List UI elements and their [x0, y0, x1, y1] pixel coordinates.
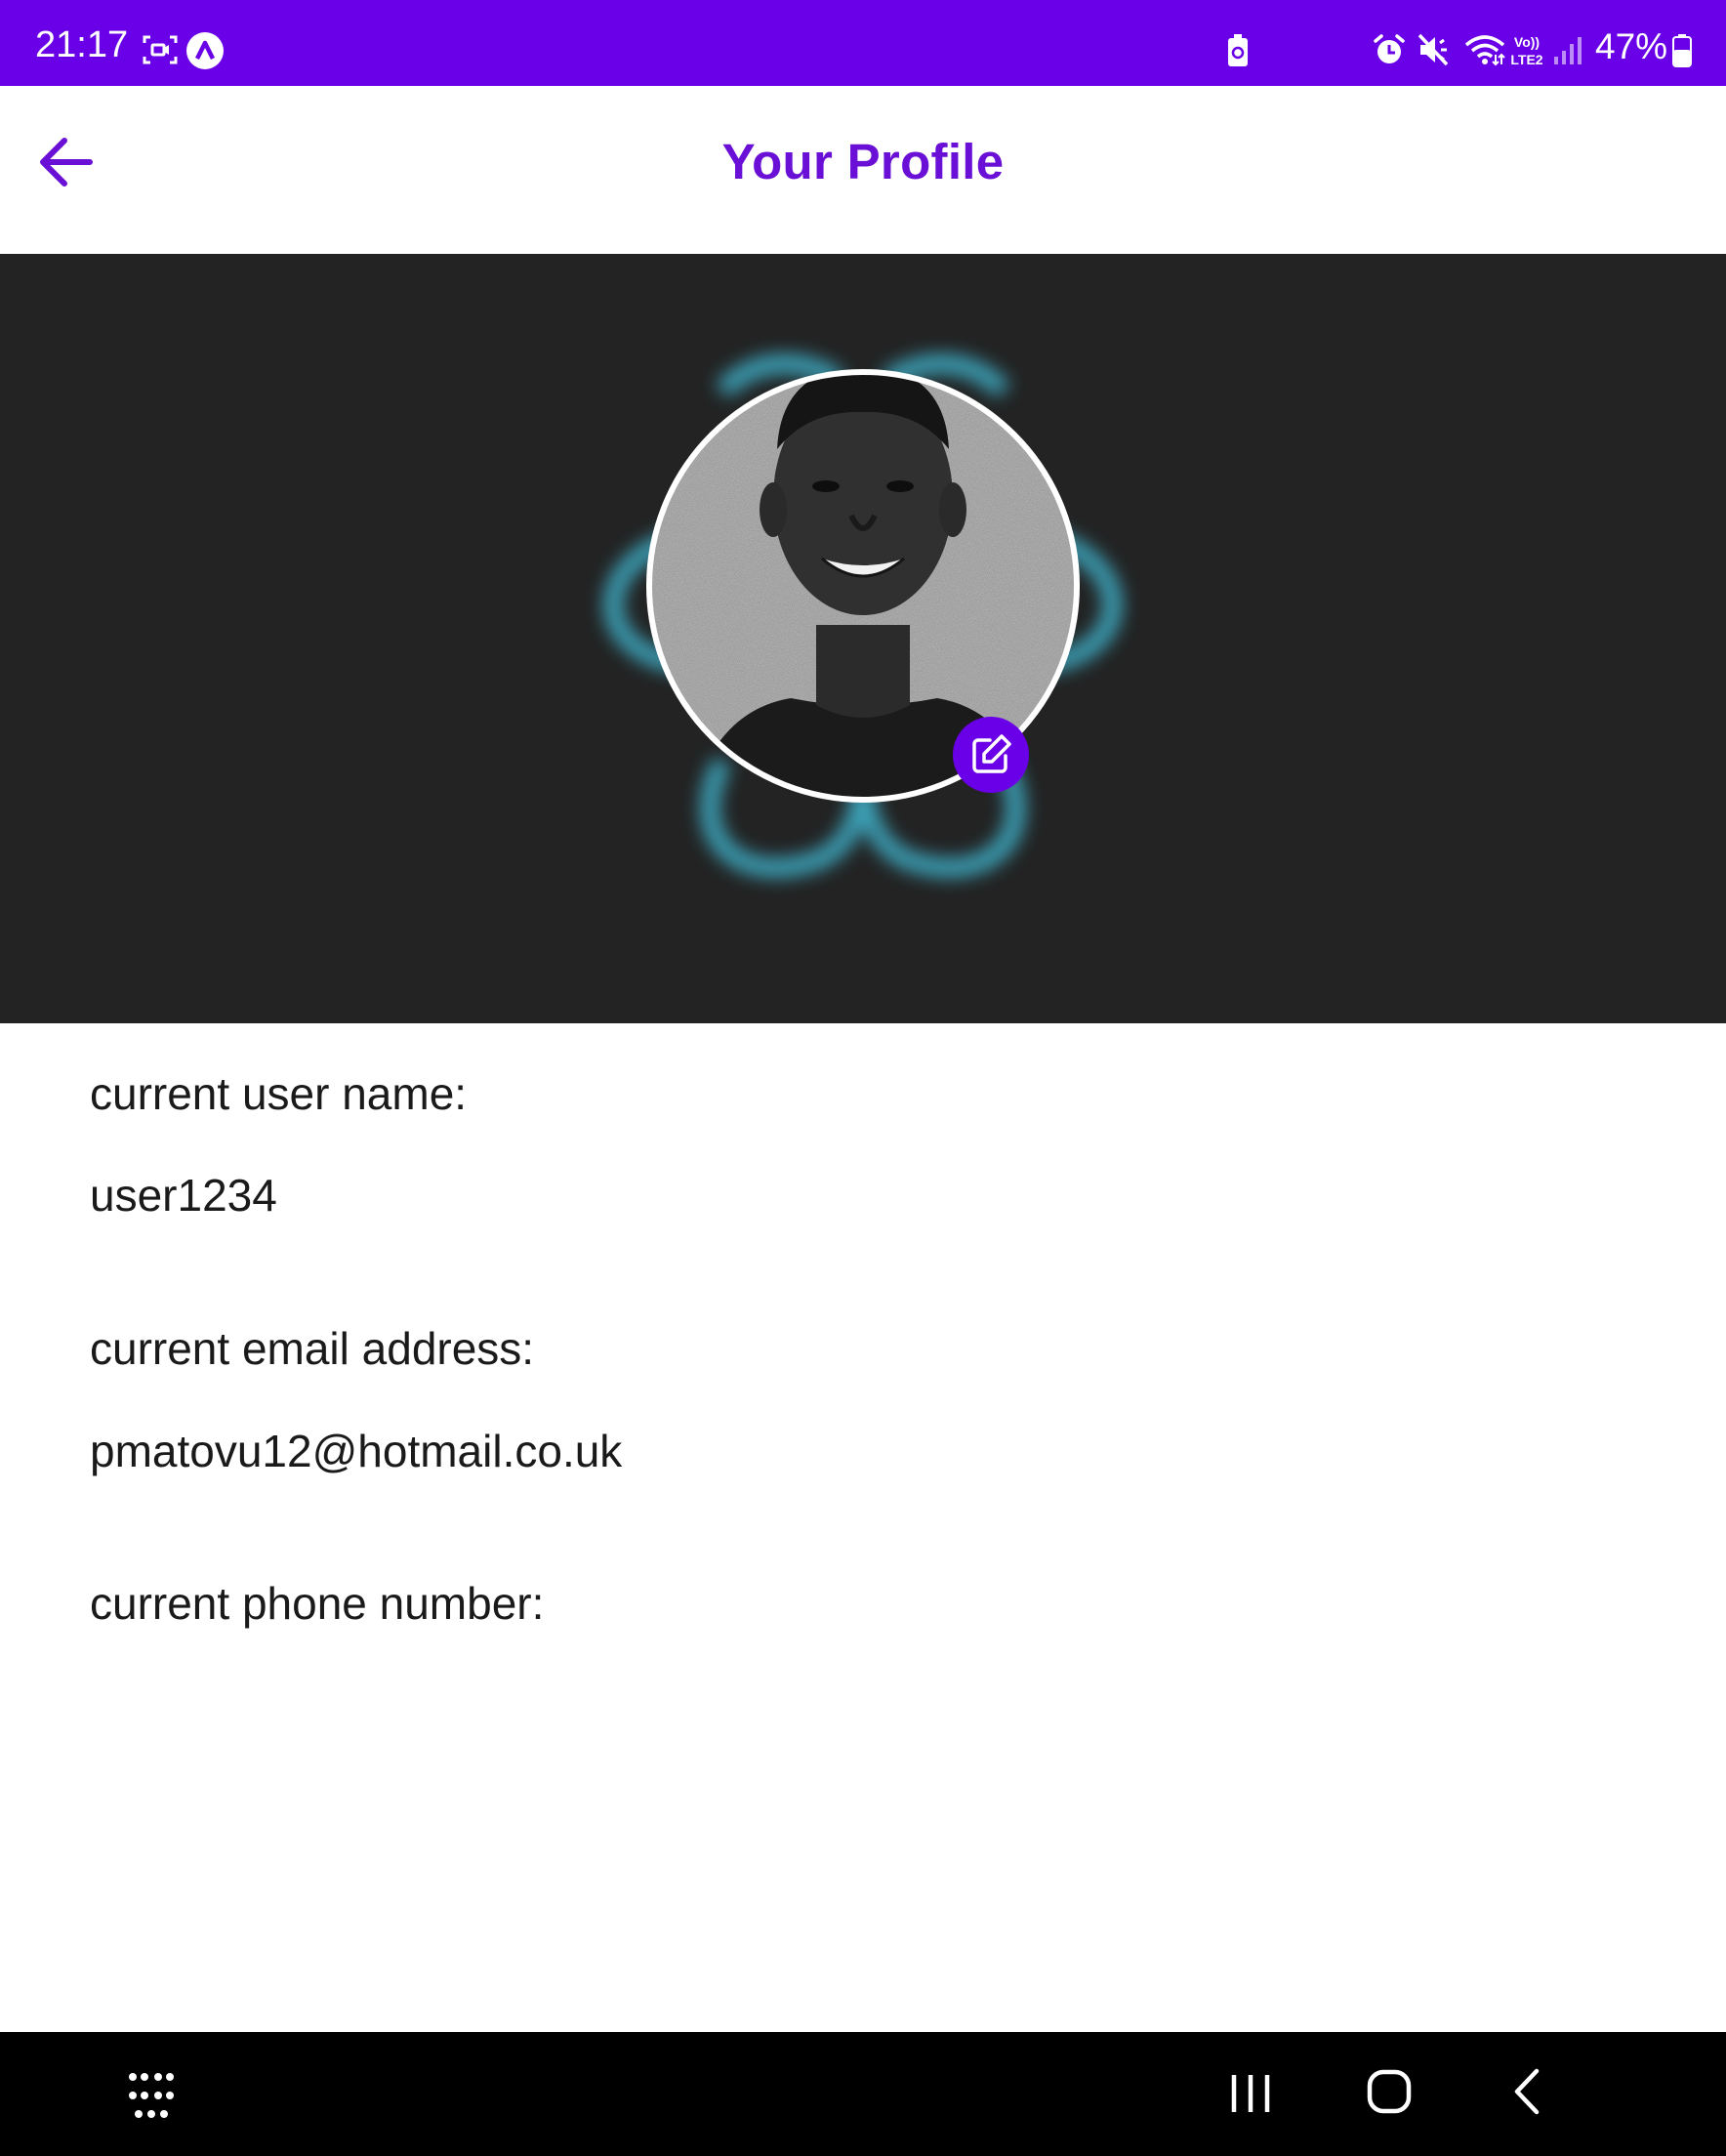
- username-label: current user name:: [90, 1068, 468, 1119]
- mute-icon: [1418, 33, 1449, 66]
- battery-percent: 47%: [1595, 26, 1668, 66]
- home-icon[interactable]: [1365, 2067, 1414, 2116]
- battery-icon: [1672, 34, 1692, 67]
- email-label: current email address:: [90, 1323, 535, 1374]
- email-value: pmatovu12@hotmail.co.uk: [90, 1426, 623, 1476]
- page-title: Your Profile: [721, 134, 1005, 189]
- signal-icon: [1554, 37, 1582, 64]
- app-a-icon: [186, 32, 224, 69]
- recents-icon[interactable]: [1226, 2069, 1275, 2118]
- svg-text:LTE2: LTE2: [1510, 52, 1542, 67]
- status-time: 21:17: [35, 24, 129, 65]
- app-bar: Your Profile: [0, 86, 1726, 254]
- username-value: user1234: [90, 1170, 277, 1221]
- avatar[interactable]: [0, 254, 1726, 1023]
- edit-avatar-button[interactable]: [953, 717, 1029, 793]
- volte-icon: Vo)) LTE2: [1510, 34, 1542, 67]
- phone-label: current phone number:: [90, 1578, 545, 1629]
- profile-header: [0, 254, 1726, 1023]
- app-drawer-icon[interactable]: [125, 2069, 178, 2122]
- alarm-icon: [1374, 34, 1405, 63]
- battery-saver-icon: [1228, 34, 1248, 66]
- wifi-icon: [1464, 35, 1505, 66]
- back-icon[interactable]: [1507, 2067, 1546, 2116]
- svg-text:Vo)): Vo)): [1514, 34, 1540, 50]
- status-bar: 21:17 Vo)) LTE2 47%: [0, 0, 1726, 86]
- navigation-bar: [0, 2032, 1726, 2156]
- screen-record-icon: [143, 35, 178, 64]
- edit-icon: [972, 734, 1011, 773]
